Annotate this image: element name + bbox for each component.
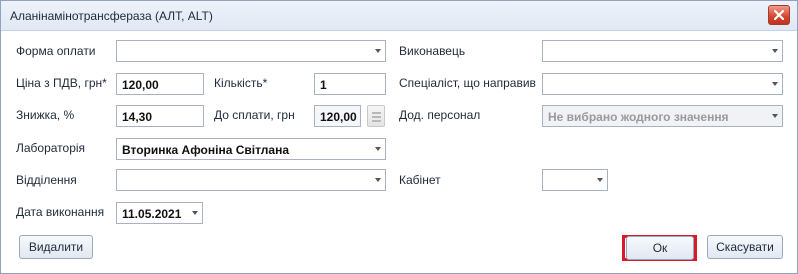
- to-pay-label: До сплати, грн: [214, 108, 295, 122]
- cabinet-label: Кабінет: [399, 173, 441, 187]
- ok-button[interactable]: Ок: [626, 236, 694, 260]
- quantity-label: Кількість*: [214, 76, 268, 90]
- additional-staff-placeholder: Не вибрано жодного значення: [548, 110, 729, 124]
- calculator-icon[interactable]: [367, 105, 385, 127]
- cancel-button[interactable]: Скасувати: [707, 235, 783, 259]
- department-select[interactable]: [116, 169, 386, 191]
- chevron-down-icon: [375, 147, 381, 151]
- execution-date-value: 11.05.2021: [122, 207, 182, 221]
- quantity-value: 1: [320, 78, 327, 92]
- department-label: Відділення: [16, 173, 77, 187]
- price-label: Ціна з ПДВ, грн*: [16, 76, 107, 90]
- quantity-input[interactable]: 1: [314, 73, 386, 95]
- chevron-down-icon: [772, 49, 778, 53]
- executor-select[interactable]: [542, 40, 783, 62]
- laboratory-label: Лабораторія: [16, 141, 86, 155]
- title-bar: Аланінамінотрансфераза (АЛТ, ALT): [1, 1, 797, 31]
- close-button[interactable]: [768, 5, 790, 25]
- price-input[interactable]: 120,00: [116, 73, 204, 95]
- discount-value: 14,30: [122, 110, 153, 124]
- chevron-down-icon: [192, 211, 198, 215]
- discount-input[interactable]: 14,30: [116, 105, 204, 127]
- execution-date-picker[interactable]: 11.05.2021: [116, 202, 203, 224]
- referring-specialist-select[interactable]: [542, 73, 783, 95]
- payment-form-label: Форма оплати: [16, 44, 96, 58]
- discount-label: Знижка, %: [16, 108, 75, 122]
- additional-staff-label: Дод. персонал: [399, 108, 481, 122]
- chevron-down-icon: [772, 114, 778, 118]
- close-icon: [774, 10, 784, 20]
- price-value: 120,00: [122, 78, 159, 92]
- cabinet-select[interactable]: [542, 169, 608, 191]
- dialog-window: Аланінамінотрансфераза (АЛТ, ALT) Форма …: [0, 0, 798, 274]
- to-pay-field: 120,00: [314, 105, 361, 127]
- chevron-down-icon: [375, 178, 381, 182]
- referring-specialist-label: Спеціаліст, що направив: [399, 76, 536, 90]
- delete-button[interactable]: Видалити: [19, 235, 93, 259]
- window-title: Аланінамінотрансфераза (АЛТ, ALT): [10, 9, 213, 23]
- execution-date-label: Дата виконання: [16, 205, 105, 219]
- to-pay-value: 120,00: [320, 110, 357, 124]
- payment-form-select[interactable]: [116, 40, 386, 62]
- chevron-down-icon: [375, 49, 381, 53]
- laboratory-select[interactable]: Вторинка Афоніна Світлана: [116, 138, 386, 160]
- laboratory-value: Вторинка Афоніна Світлана: [122, 143, 290, 157]
- chevron-down-icon: [772, 82, 778, 86]
- chevron-down-icon: [597, 178, 603, 182]
- additional-staff-select[interactable]: Не вибрано жодного значення: [542, 105, 783, 127]
- executor-label: Виконавець: [399, 44, 466, 58]
